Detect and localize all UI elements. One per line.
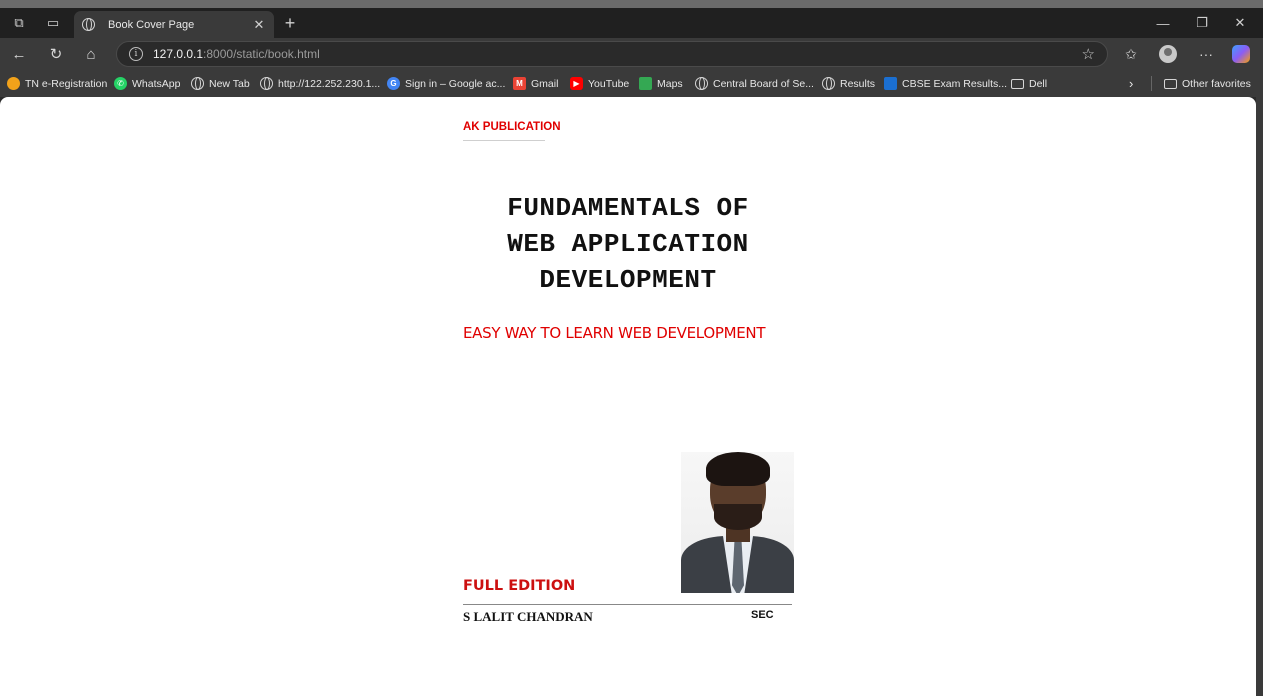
window-right-edge bbox=[1256, 97, 1263, 696]
url-host: 127.0.0.1 bbox=[153, 47, 204, 61]
tab-book-cover[interactable]: Book Cover Page ✕ bbox=[74, 11, 274, 38]
book-title-line: FUNDAMENTALS OF bbox=[507, 193, 749, 223]
globe-icon bbox=[822, 77, 835, 90]
edition-label: FULL EDITION bbox=[463, 578, 576, 594]
tab-title: Book Cover Page bbox=[108, 18, 195, 31]
navigation-toolbar: ← ↻ ⌂ i 127.0.0.1:8000/static/book.html … bbox=[0, 38, 1263, 70]
folder-icon bbox=[1011, 78, 1024, 89]
publisher-underline bbox=[463, 140, 545, 141]
bookmark-label: YouTube bbox=[588, 77, 630, 90]
bookmark-other-favorites[interactable]: Other favorites bbox=[1164, 76, 1251, 91]
bookmark-cbse-board[interactable]: Central Board of Se... bbox=[695, 76, 814, 91]
bookmark-ip-address[interactable]: http://122.252.230.1... bbox=[260, 76, 380, 91]
institution-label: SEC bbox=[751, 609, 774, 621]
author-name: S LALIT CHANDRAN bbox=[463, 609, 593, 624]
tab-strip: ⧉ ▭ Book Cover Page ✕ + — ❐ ✕ bbox=[0, 8, 1263, 38]
tab-actions-icon[interactable]: ▭ bbox=[42, 12, 64, 34]
globe-icon bbox=[260, 77, 273, 90]
book-title-line: WEB APPLICATION bbox=[507, 229, 749, 259]
back-button[interactable]: ← bbox=[7, 42, 31, 66]
page-viewport: AK PUBLICATION FUNDAMENTALS OF WEB APPLI… bbox=[0, 97, 1256, 696]
copilot-icon bbox=[1232, 45, 1250, 63]
bookmark-gmail[interactable]: M Gmail bbox=[513, 76, 558, 91]
bookmark-label: TN e-Registration bbox=[25, 77, 108, 90]
divider-rule bbox=[463, 604, 792, 605]
bookmark-cbse-results[interactable]: CBSE Exam Results... bbox=[884, 76, 1007, 91]
avatar bbox=[1159, 45, 1177, 63]
bookmark-label: http://122.252.230.1... bbox=[278, 77, 381, 90]
favorite-star-icon[interactable]: ☆ bbox=[1082, 45, 1095, 63]
favorites-button[interactable]: ✩ bbox=[1119, 42, 1143, 66]
author-photo bbox=[681, 452, 794, 593]
google-icon: G bbox=[387, 77, 400, 90]
bookmark-label: Results bbox=[840, 77, 876, 90]
url-path: :8000/static/book.html bbox=[203, 47, 320, 61]
bookmark-folder-dell[interactable]: Dell bbox=[1011, 76, 1047, 91]
globe-icon bbox=[695, 77, 708, 90]
whatsapp-icon: ✆ bbox=[114, 77, 127, 90]
more-options-button[interactable]: ··· bbox=[1194, 42, 1218, 66]
window-close-button[interactable]: ✕ bbox=[1222, 8, 1258, 38]
bookmark-results[interactable]: Results bbox=[822, 76, 875, 91]
bookmark-label: Sign in – Google ac... bbox=[405, 77, 506, 90]
bookmark-label: Central Board of Se... bbox=[713, 77, 814, 90]
gmail-icon: M bbox=[513, 77, 526, 90]
globe-icon bbox=[191, 77, 204, 90]
bookmark-label: CBSE Exam Results... bbox=[902, 77, 1008, 90]
bookmark-youtube[interactable]: ▶ YouTube bbox=[570, 76, 629, 91]
maps-icon bbox=[639, 77, 652, 90]
bookmark-label: Maps bbox=[657, 77, 683, 90]
close-icon[interactable]: ✕ bbox=[252, 17, 266, 33]
home-button[interactable]: ⌂ bbox=[79, 42, 103, 66]
tn-icon bbox=[7, 77, 20, 90]
bookmark-label: Other favorites bbox=[1182, 77, 1251, 90]
bookmark-label: New Tab bbox=[209, 77, 250, 90]
bookmarks-divider bbox=[1151, 76, 1152, 91]
bookmark-label: Dell bbox=[1029, 77, 1048, 90]
info-icon[interactable]: i bbox=[129, 47, 143, 61]
bookmark-maps[interactable]: Maps bbox=[639, 76, 683, 91]
window-top-band bbox=[0, 0, 1263, 8]
minimize-button[interactable]: — bbox=[1145, 8, 1181, 38]
bookmarks-overflow-chevron-icon[interactable]: › bbox=[1129, 76, 1133, 91]
book-title-line: DEVELOPMENT bbox=[539, 265, 717, 295]
book-title: FUNDAMENTALS OF WEB APPLICATION DEVELOPM… bbox=[463, 190, 793, 298]
bookmark-whatsapp[interactable]: ✆ WhatsApp bbox=[114, 76, 180, 91]
address-bar[interactable]: i 127.0.0.1:8000/static/book.html ☆ bbox=[116, 41, 1108, 67]
bookmarks-bar: TN e-Registration ✆ WhatsApp New Tab htt… bbox=[0, 70, 1263, 97]
bookmark-new-tab[interactable]: New Tab bbox=[191, 76, 250, 91]
globe-icon bbox=[82, 18, 95, 31]
restore-button[interactable]: ❐ bbox=[1184, 8, 1220, 38]
youtube-icon: ▶ bbox=[570, 77, 583, 90]
profile-button[interactable] bbox=[1156, 42, 1180, 66]
copilot-button[interactable] bbox=[1229, 42, 1253, 66]
bookmark-label: Gmail bbox=[531, 77, 559, 90]
book-subtitle: EASY WAY TO LEARN WEB DEVELOPMENT bbox=[463, 324, 766, 342]
cbse-icon bbox=[884, 77, 897, 90]
new-tab-button[interactable]: + bbox=[281, 11, 299, 35]
bookmark-google-signin[interactable]: G Sign in – Google ac... bbox=[387, 76, 505, 91]
refresh-button[interactable]: ↻ bbox=[44, 42, 68, 66]
bookmark-label: WhatsApp bbox=[132, 77, 181, 90]
workspaces-icon[interactable]: ⧉ bbox=[8, 12, 30, 34]
folder-icon bbox=[1164, 78, 1177, 89]
bookmark-tn-eregistration[interactable]: TN e-Registration bbox=[7, 76, 107, 91]
publisher-name: AK PUBLICATION bbox=[463, 121, 561, 133]
